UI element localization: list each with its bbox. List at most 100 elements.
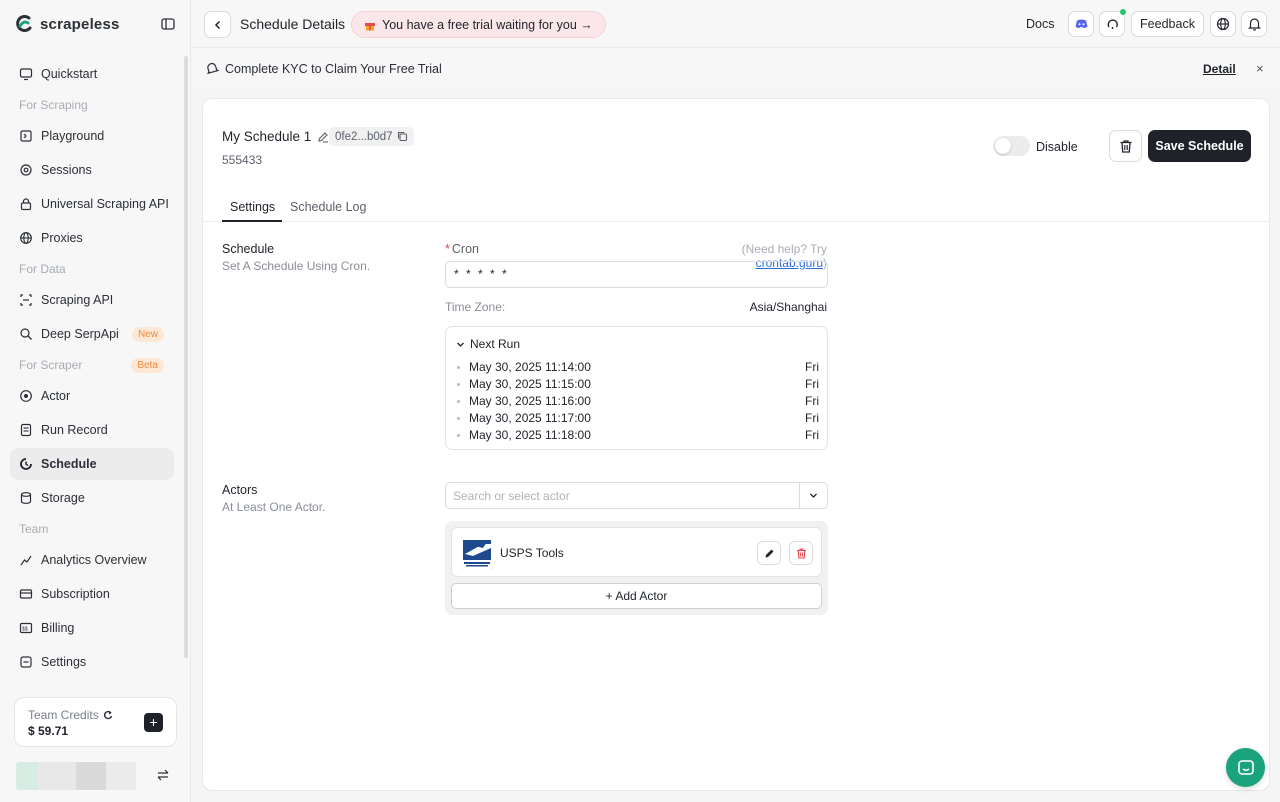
next-run-row: May 30, 2025 11:16:00 Fri [457, 394, 819, 411]
docs-link[interactable]: Docs [1026, 17, 1054, 31]
sidebar-item-deep-serpapi[interactable]: Deep SerpApi New [10, 318, 174, 350]
kyc-banner: Complete KYC to Claim Your Free Trial De… [192, 49, 1280, 89]
scrapeless-logo-icon [16, 15, 32, 32]
top-bar: Schedule Details You have a free trial w… [192, 0, 1280, 48]
sidebar-section-for-data: For Data [19, 262, 66, 276]
notifications-button[interactable] [1241, 11, 1267, 37]
sidebar-item-scraping-api[interactable]: Scraping API [10, 284, 174, 316]
tab-settings[interactable]: Settings [230, 200, 275, 214]
sidebar-item-schedule[interactable]: Schedule [10, 448, 174, 480]
chevron-down-icon [810, 493, 817, 498]
chevron-down-icon [457, 342, 464, 347]
copy-icon[interactable] [397, 131, 408, 142]
sidebar-scrollbar[interactable] [184, 56, 188, 658]
team-credits-value: $ 59.71 [28, 724, 69, 738]
sidebar-item-settings[interactable]: Settings [10, 646, 174, 678]
sidebar-item-quickstart[interactable]: Quickstart [10, 58, 174, 90]
delete-schedule-button[interactable] [1109, 130, 1142, 162]
back-button[interactable] [204, 11, 231, 38]
sidebar-item-label: Storage [41, 491, 85, 505]
pencil-icon [765, 549, 773, 557]
schedule-icon [20, 458, 32, 470]
add-credits-button[interactable]: + [144, 713, 163, 732]
sidebar-item-actor[interactable]: Actor [10, 380, 174, 412]
schedule-section-subtitle: Set A Schedule Using Cron. [222, 259, 371, 273]
sidebar-section-for-scraper: For Scraper Beta [10, 352, 174, 378]
chat-icon [1237, 759, 1254, 775]
kyc-detail-link[interactable]: Detail [1203, 62, 1236, 76]
actor-name: USPS Tools [500, 546, 564, 560]
discord-button[interactable] [1068, 11, 1094, 37]
chevron-left-icon [214, 20, 220, 29]
sidebar-item-analytics-overview[interactable]: Analytics Overview [10, 544, 174, 576]
sidebar-item-label: Universal Scraping API [41, 197, 169, 211]
edit-actor-button[interactable] [757, 541, 781, 565]
free-trial-banner[interactable]: You have a free trial waiting for you → [351, 11, 606, 38]
actors-section-subtitle: At Least One Actor. [222, 500, 326, 514]
actor-card: USPS Tools [451, 527, 822, 577]
schedule-section-title: Schedule [222, 242, 275, 256]
sidebar: scrapeless Quickstart For Scraping Playgro… [0, 0, 191, 802]
actors-section-title: Actors [222, 483, 258, 497]
sidebar-item-proxies[interactable]: Proxies [10, 222, 174, 254]
schedule-id-chip[interactable]: 0fe2...b0d7 [329, 127, 414, 146]
selected-actors: USPS Tools + Add Actor [445, 521, 828, 615]
team-credits-card: Team Credits $ 59.71 + [14, 697, 177, 747]
refresh-icon[interactable] [103, 710, 113, 720]
sidebar-item-storage[interactable]: Storage [10, 482, 174, 514]
edit-icon[interactable] [317, 131, 329, 143]
schedule-enable-toggle[interactable] [993, 136, 1030, 156]
cron-input[interactable]: * * * * * [445, 261, 828, 288]
sidebar-item-label: Deep SerpApi [41, 327, 119, 341]
close-icon[interactable]: × [1256, 61, 1264, 76]
sidebar-item-label: Settings [41, 655, 87, 669]
billing-icon: $$ [19, 622, 33, 634]
avatar [16, 762, 136, 790]
feedback-button[interactable]: Feedback [1131, 11, 1204, 37]
settings-icon [20, 656, 32, 668]
globe-icon [20, 232, 32, 244]
discord-icon [1075, 19, 1087, 29]
remove-actor-button[interactable] [789, 541, 813, 565]
add-actor-button[interactable]: + Add Actor [451, 583, 822, 609]
save-schedule-button[interactable]: Save Schedule [1148, 130, 1251, 162]
sidebar-item-universal-scraping-api[interactable]: Universal Scraping API [10, 188, 174, 220]
tab-bar: Settings Schedule Log [203, 194, 1269, 222]
support-button[interactable] [1099, 9, 1126, 37]
scraping-api-icon [20, 294, 32, 306]
actor-search-input[interactable] [446, 483, 786, 508]
sidebar-item-run-record[interactable]: Run Record [10, 414, 174, 446]
sidebar-item-playground[interactable]: Playground [10, 120, 174, 152]
sidebar-item-label: Playground [41, 129, 105, 143]
monitor-icon [19, 68, 33, 81]
sidebar-item-label: Scraping API [41, 293, 114, 307]
sidebar-item-billing[interactable]: $$ Billing [10, 612, 174, 644]
actor-dropdown-button[interactable] [799, 483, 827, 508]
sidebar-item-label: Schedule [41, 457, 97, 471]
brand-logo[interactable]: scrapeless [14, 13, 120, 35]
tab-schedule-log[interactable]: Schedule Log [290, 200, 366, 214]
next-run-panel: Next Run May 30, 2025 11:14:00 Fri May 30… [445, 326, 828, 450]
subscription-icon [19, 589, 33, 599]
bell-ring-icon [206, 62, 219, 75]
next-run-toggle[interactable]: Next Run [456, 337, 520, 351]
chat-support-button[interactable] [1226, 748, 1265, 787]
sidebar-item-label: Run Record [41, 423, 108, 437]
playground-icon [20, 130, 32, 142]
sidebar-section-for-scraping: For Scraping [19, 98, 88, 112]
sidebar-item-label: Analytics Overview [41, 553, 147, 567]
sidebar-collapse-icon[interactable] [160, 16, 176, 32]
user-account[interactable] [16, 762, 176, 790]
sidebar-item-subscription[interactable]: Subscription [10, 578, 174, 610]
usps-logo-icon [461, 536, 493, 569]
sidebar-item-label: Quickstart [41, 67, 98, 81]
actor-select[interactable] [445, 482, 828, 509]
language-button[interactable] [1210, 11, 1236, 37]
status-dot [1120, 9, 1126, 15]
page-title: Schedule Details [240, 16, 346, 32]
schedule-details-card: My Schedule 1 0fe2...b0d7 555433 Disable… [202, 98, 1270, 791]
serp-icon [20, 328, 32, 340]
sidebar-item-sessions[interactable]: Sessions [10, 154, 174, 186]
switch-account-icon[interactable] [156, 768, 170, 782]
timezone-label: Time Zone: [445, 300, 506, 314]
